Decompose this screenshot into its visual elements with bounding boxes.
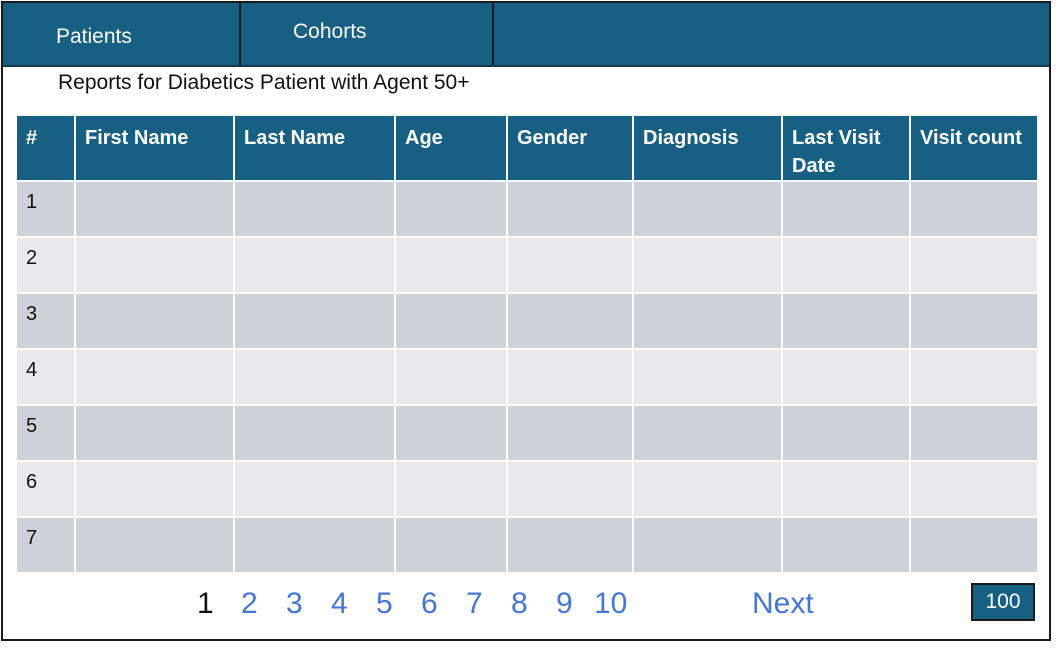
cell-first-name: [74, 292, 235, 350]
cell-gender: [506, 292, 634, 350]
cell-diagnosis: [632, 236, 783, 294]
report-title: Reports for Diabetics Patient with Agent…: [58, 71, 470, 94]
cell-last-visit-date: [781, 348, 911, 406]
cell-diagnosis: [632, 404, 783, 462]
cell-last-name: [233, 404, 396, 462]
tab-patients-label: Patients: [56, 24, 132, 48]
cell-last-visit-date: [781, 460, 911, 518]
cell-last-name: [233, 460, 396, 518]
top-nav-bar: Patients Cohorts: [3, 3, 1049, 67]
column-header-visit-count[interactable]: Visit count: [909, 114, 1039, 182]
page-link-5[interactable]: 5: [376, 586, 393, 622]
table-row[interactable]: 6: [15, 460, 1039, 518]
page-link-1[interactable]: 1: [197, 586, 214, 622]
cell-last-visit-date: [781, 236, 911, 294]
cell-gender: [506, 404, 634, 462]
tab-cohorts-label: Cohorts: [293, 20, 367, 43]
cell-last-name: [233, 236, 396, 294]
column-header-last-visit-date[interactable]: Last Visit Date: [781, 114, 911, 182]
cell-first-name: [74, 460, 235, 518]
page-link-6[interactable]: 6: [421, 586, 438, 622]
cell-last-visit-date: [781, 516, 911, 574]
cell-first-name: [74, 404, 235, 462]
cell-index: 3: [15, 292, 76, 350]
cell-visit-count: [909, 236, 1039, 294]
cell-last-name: [233, 180, 396, 238]
cell-index: 6: [15, 460, 76, 518]
cell-age: [394, 460, 508, 518]
cell-first-name: [74, 516, 235, 574]
cell-index: 7: [15, 516, 76, 574]
table-row[interactable]: 1: [15, 180, 1039, 238]
next-page-link[interactable]: Next: [752, 586, 814, 622]
cell-age: [394, 404, 508, 462]
page-link-8[interactable]: 8: [511, 586, 528, 622]
cell-diagnosis: [632, 460, 783, 518]
cell-age: [394, 516, 508, 574]
column-header-diagnosis[interactable]: Diagnosis: [632, 114, 783, 182]
cell-gender: [506, 516, 634, 574]
cell-index: 4: [15, 348, 76, 406]
cell-visit-count: [909, 516, 1039, 574]
page-link-3[interactable]: 3: [286, 586, 303, 622]
column-header-index[interactable]: #: [15, 114, 76, 182]
table-row[interactable]: 3: [15, 292, 1039, 350]
app-window: Patients Cohorts Reports for Diabetics P…: [1, 1, 1051, 641]
cell-diagnosis: [632, 292, 783, 350]
cell-last-name: [233, 516, 396, 574]
cell-last-visit-date: [781, 180, 911, 238]
page-link-10[interactable]: 10: [594, 586, 627, 622]
page-link-4[interactable]: 4: [331, 586, 348, 622]
cell-visit-count: [909, 292, 1039, 350]
cell-last-name: [233, 348, 396, 406]
cell-index: 1: [15, 180, 76, 238]
cell-visit-count: [909, 180, 1039, 238]
cell-diagnosis: [632, 516, 783, 574]
cell-gender: [506, 236, 634, 294]
cell-index: 2: [15, 236, 76, 294]
cell-age: [394, 236, 508, 294]
table-header-row: # First Name Last Name Age Gender Diagno…: [15, 114, 1039, 182]
cell-last-visit-date: [781, 404, 911, 462]
cell-visit-count: [909, 460, 1039, 518]
table-row[interactable]: 5: [15, 404, 1039, 462]
cell-diagnosis: [632, 180, 783, 238]
table-row[interactable]: 2: [15, 236, 1039, 294]
table-row[interactable]: 4: [15, 348, 1039, 406]
cell-visit-count: [909, 348, 1039, 406]
pagination: 1 2 3 4 5 6 7 8 9 10 Next: [3, 586, 1049, 626]
cell-gender: [506, 460, 634, 518]
tab-cohorts[interactable]: Cohorts: [241, 3, 494, 65]
column-header-last-name[interactable]: Last Name: [233, 114, 396, 182]
cell-age: [394, 292, 508, 350]
column-header-age[interactable]: Age: [394, 114, 508, 182]
table-row[interactable]: 7: [15, 516, 1039, 574]
cell-last-name: [233, 292, 396, 350]
cell-gender: [506, 180, 634, 238]
page-link-2[interactable]: 2: [241, 586, 258, 622]
cell-gender: [506, 348, 634, 406]
cell-diagnosis: [632, 348, 783, 406]
column-header-first-name[interactable]: First Name: [74, 114, 235, 182]
cell-last-visit-date: [781, 292, 911, 350]
tab-patients[interactable]: Patients: [3, 3, 241, 65]
patients-table: # First Name Last Name Age Gender Diagno…: [15, 114, 1039, 574]
column-header-gender[interactable]: Gender: [506, 114, 634, 182]
page-size-button[interactable]: 100: [971, 583, 1035, 621]
cell-first-name: [74, 236, 235, 294]
cell-age: [394, 348, 508, 406]
page-size-label: 100: [985, 590, 1021, 613]
cell-first-name: [74, 180, 235, 238]
cell-first-name: [74, 348, 235, 406]
nav-empty-area: [494, 3, 1049, 65]
page-link-9[interactable]: 9: [556, 586, 573, 622]
page-link-7[interactable]: 7: [466, 586, 483, 622]
cell-age: [394, 180, 508, 238]
cell-index: 5: [15, 404, 76, 462]
cell-visit-count: [909, 404, 1039, 462]
